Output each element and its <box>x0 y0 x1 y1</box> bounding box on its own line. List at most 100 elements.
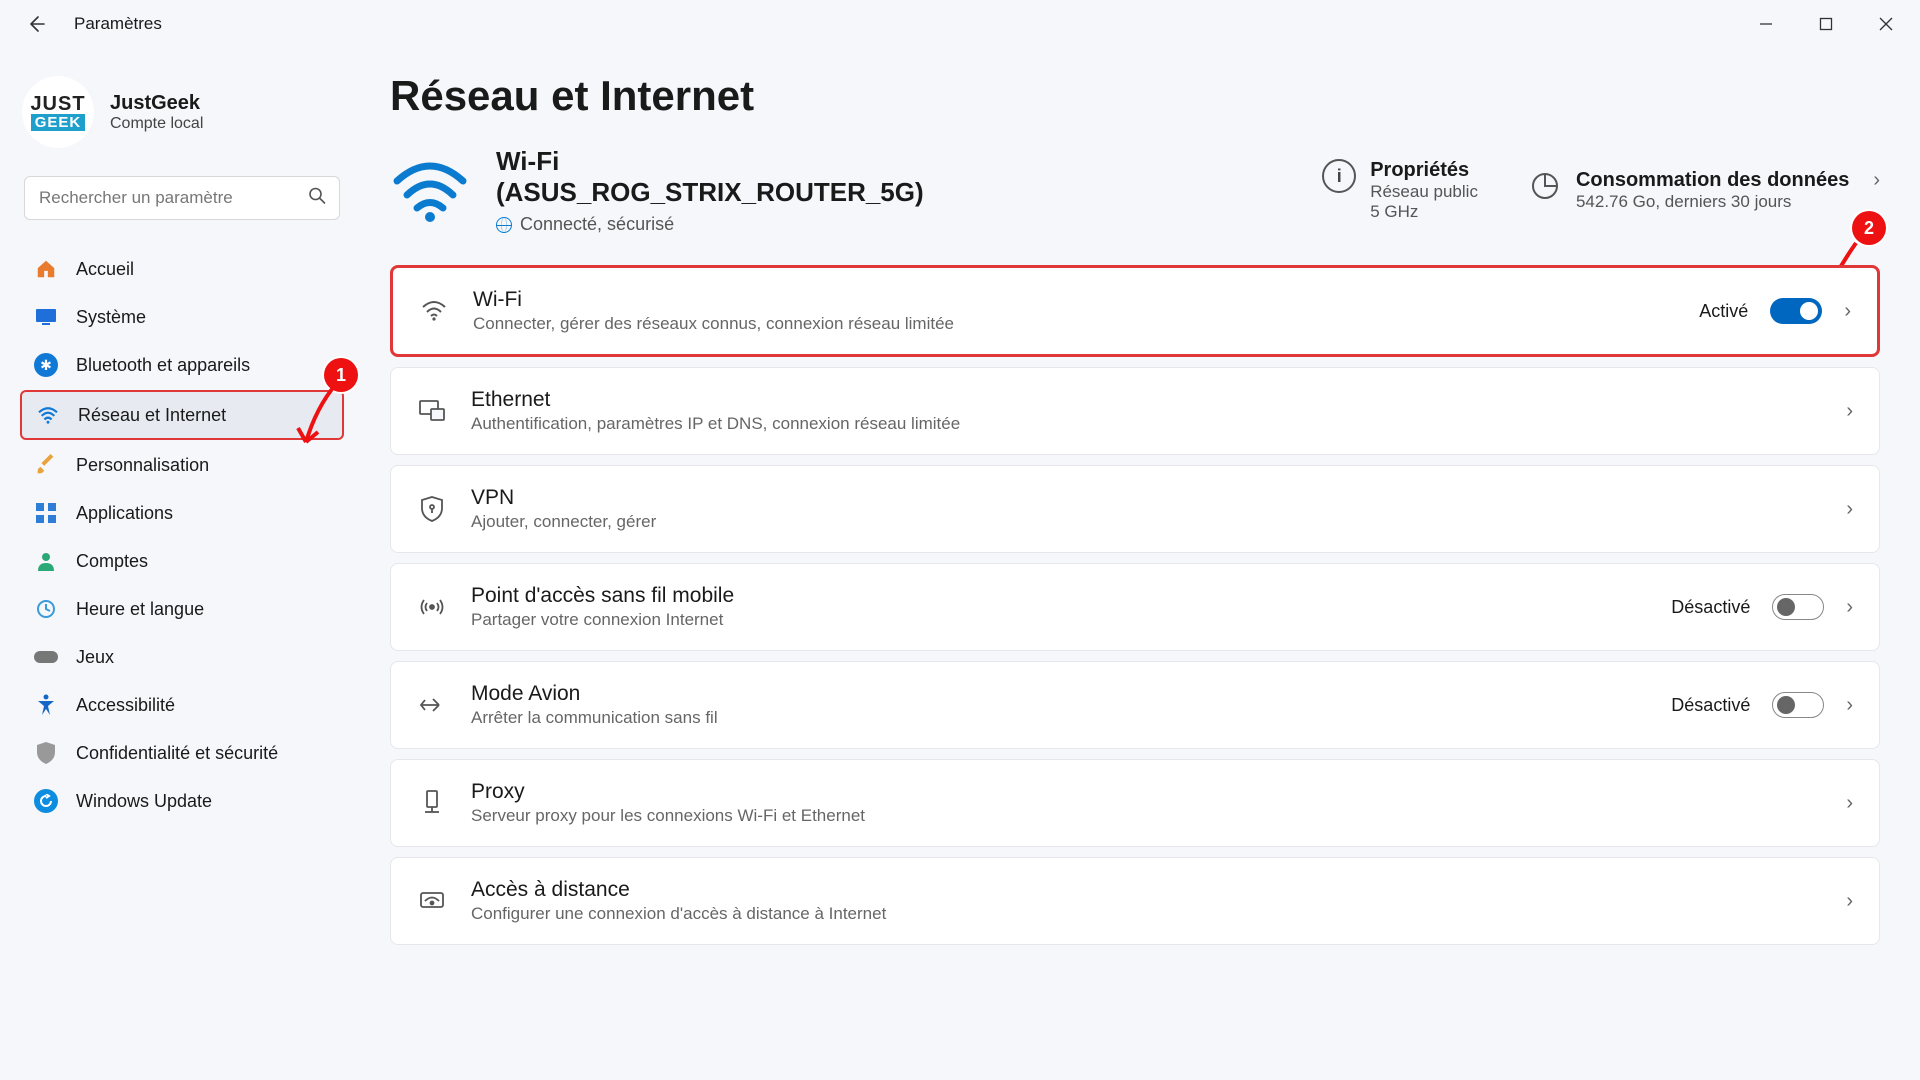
sidebar-item-label: Confidentialité et sécurité <box>76 743 278 764</box>
toggle-state-label: Désactivé <box>1671 695 1750 716</box>
window-titlebar: Paramètres <box>0 0 1920 48</box>
sidebar-item-accessibilite[interactable]: Accessibilité <box>20 682 344 728</box>
annotation-arrow-1 <box>296 378 346 458</box>
pie-icon <box>1528 169 1562 203</box>
card-title: Mode Avion <box>471 682 718 706</box>
card-remote-access[interactable]: Accès à distance Configurer une connexio… <box>390 857 1880 945</box>
avatar: JUSTGEEK <box>22 76 94 148</box>
properties-title: Propriétés <box>1370 159 1478 182</box>
nav-list: Accueil Système ✱ Bluetooth et appareils… <box>20 246 344 824</box>
sidebar-item-label: Applications <box>76 503 173 524</box>
main-content: Réseau et Internet Wi-Fi (ASUS_ROG_STRIX… <box>360 48 1920 1080</box>
sidebar-item-comptes[interactable]: Comptes <box>20 538 344 584</box>
card-proxy[interactable]: Proxy Serveur proxy pour les connexions … <box>390 759 1880 847</box>
card-hotspot[interactable]: Point d'accès sans fil mobile Partager v… <box>390 563 1880 651</box>
sidebar-item-label: Accueil <box>76 259 134 280</box>
toggle-state-label: Activé <box>1699 301 1748 322</box>
connection-status-row: Wi-Fi (ASUS_ROG_STRIX_ROUTER_5G) Connect… <box>390 146 1880 235</box>
update-icon <box>34 789 58 813</box>
airplane-icon <box>417 694 447 716</box>
hotspot-icon <box>417 596 447 618</box>
wifi-toggle[interactable] <box>1770 298 1822 324</box>
sidebar-item-applications[interactable]: Applications <box>20 490 344 536</box>
sidebar-item-jeux[interactable]: Jeux <box>20 634 344 680</box>
card-ethernet[interactable]: Ethernet Authentification, paramètres IP… <box>390 367 1880 455</box>
settings-card-list: Wi-Fi Connecter, gérer des réseaux connu… <box>390 265 1880 945</box>
sidebar-item-label: Comptes <box>76 551 148 572</box>
status-sub: Connecté, sécurisé <box>496 214 924 235</box>
close-button[interactable] <box>1856 2 1916 46</box>
properties-line1: Réseau public <box>1370 182 1478 202</box>
hotspot-toggle[interactable] <box>1772 594 1824 620</box>
info-icon: i <box>1322 159 1356 193</box>
airplane-toggle[interactable] <box>1772 692 1824 718</box>
sidebar-item-confidentialite[interactable]: Confidentialité et sécurité <box>20 730 344 776</box>
sidebar-item-label: Accessibilité <box>76 695 175 716</box>
sidebar-item-label: Heure et langue <box>76 599 204 620</box>
properties-card[interactable]: i Propriétés Réseau public 5 GHz <box>1322 159 1478 222</box>
card-title: Ethernet <box>471 388 960 412</box>
chevron-right-icon: › <box>1873 169 1880 192</box>
profile-block[interactable]: JUSTGEEK JustGeek Compte local <box>20 68 344 162</box>
sidebar-item-label: Windows Update <box>76 791 212 812</box>
shield-icon <box>34 741 58 765</box>
status-ssid: (ASUS_ROG_STRIX_ROUTER_5G) <box>496 177 924 208</box>
wifi-large-icon <box>390 159 470 223</box>
minimize-button[interactable] <box>1736 2 1796 46</box>
ethernet-icon <box>417 400 447 422</box>
profile-name: JustGeek <box>110 92 203 115</box>
card-sub: Authentification, paramètres IP et DNS, … <box>471 414 960 434</box>
sidebar-item-label: Bluetooth et appareils <box>76 355 250 376</box>
search-icon <box>308 187 326 210</box>
search-input[interactable] <box>24 176 340 220</box>
sidebar-item-accueil[interactable]: Accueil <box>20 246 344 292</box>
card-sub: Ajouter, connecter, gérer <box>471 512 656 532</box>
card-title: VPN <box>471 486 656 510</box>
chevron-right-icon: › <box>1846 890 1853 913</box>
card-wifi[interactable]: Wi-Fi Connecter, gérer des réseaux connu… <box>390 265 1880 357</box>
card-title: Proxy <box>471 780 865 804</box>
wifi-icon <box>36 403 60 427</box>
sidebar-item-update[interactable]: Windows Update <box>20 778 344 824</box>
card-sub: Connecter, gérer des réseaux connus, con… <box>473 314 954 334</box>
system-icon <box>34 305 58 329</box>
close-icon <box>1879 17 1893 31</box>
chevron-right-icon: › <box>1846 694 1853 717</box>
chevron-right-icon: › <box>1844 300 1851 323</box>
toggle-state-label: Désactivé <box>1671 597 1750 618</box>
gamepad-icon <box>34 645 58 669</box>
card-title: Point d'accès sans fil mobile <box>471 584 734 608</box>
card-vpn[interactable]: VPN Ajouter, connecter, gérer › <box>390 465 1880 553</box>
chevron-right-icon: › <box>1846 400 1853 423</box>
vpn-shield-icon <box>417 496 447 522</box>
back-button[interactable] <box>22 10 50 38</box>
accessibility-icon <box>34 693 58 717</box>
page-title: Réseau et Internet <box>390 72 1880 120</box>
home-icon <box>34 257 58 281</box>
minimize-icon <box>1759 17 1773 31</box>
sidebar-item-systeme[interactable]: Système <box>20 294 344 340</box>
sidebar: JUSTGEEK JustGeek Compte local Accueil S… <box>0 48 360 1080</box>
brush-icon <box>34 453 58 477</box>
maximize-button[interactable] <box>1796 2 1856 46</box>
back-arrow-icon <box>26 14 46 34</box>
proxy-icon <box>417 790 447 816</box>
clock-icon <box>34 597 58 621</box>
status-title: Wi-Fi <box>496 146 924 177</box>
chevron-right-icon: › <box>1846 596 1853 619</box>
maximize-icon <box>1819 17 1833 31</box>
profile-sub: Compte local <box>110 115 203 133</box>
card-sub: Serveur proxy pour les connexions Wi-Fi … <box>471 806 865 826</box>
sidebar-item-heure[interactable]: Heure et langue <box>20 586 344 632</box>
card-sub: Arrêter la communication sans fil <box>471 708 718 728</box>
data-usage-line: 542.76 Go, derniers 30 jours <box>1576 192 1849 212</box>
card-sub: Configurer une connexion d'accès à dista… <box>471 904 886 924</box>
account-icon <box>34 549 58 573</box>
card-airplane[interactable]: Mode Avion Arrêter la communication sans… <box>390 661 1880 749</box>
chevron-right-icon: › <box>1846 498 1853 521</box>
globe-icon <box>496 217 512 233</box>
card-sub: Partager votre connexion Internet <box>471 610 734 630</box>
wifi-icon <box>419 300 449 322</box>
properties-line2: 5 GHz <box>1370 202 1478 222</box>
data-usage-card[interactable]: Consommation des données 542.76 Go, dern… <box>1528 169 1880 212</box>
